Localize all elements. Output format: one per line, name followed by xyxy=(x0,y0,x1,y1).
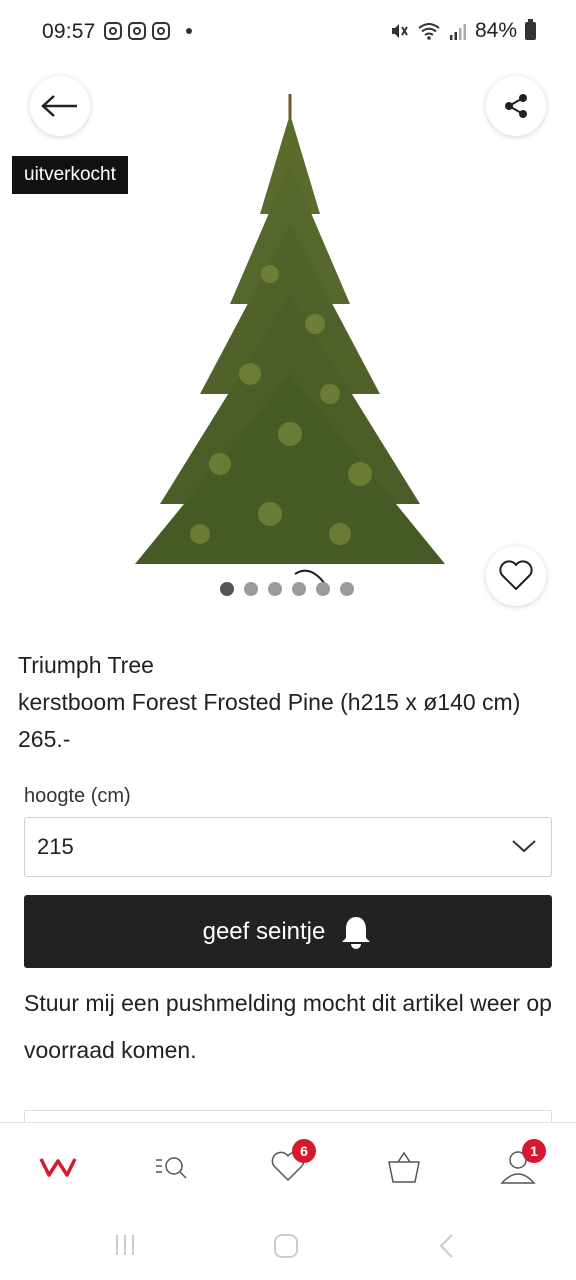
favorite-button[interactable] xyxy=(486,546,546,606)
heart-icon xyxy=(499,560,533,590)
carousel-dots xyxy=(220,582,354,596)
size-select-value: 215 xyxy=(37,834,74,859)
carousel-dot[interactable] xyxy=(292,582,306,596)
mute-icon xyxy=(391,24,408,38)
carousel-dot[interactable] xyxy=(340,582,354,596)
notify-button-label: geef seintje xyxy=(202,917,326,945)
nav-account[interactable]: 1 xyxy=(496,1139,546,1189)
wishlist-count-badge: 6 xyxy=(292,1139,316,1163)
status-bar: 09:57 84% xyxy=(0,0,576,64)
carousel-dot[interactable] xyxy=(220,582,234,596)
status-right-icons: 84% xyxy=(389,19,536,43)
wifi-icon xyxy=(418,23,440,40)
instagram-icon xyxy=(152,22,170,40)
nav-wishlist[interactable]: 6 xyxy=(266,1139,316,1189)
battery-level: 84% xyxy=(474,19,517,42)
product-price: 265.- xyxy=(18,726,71,752)
recent-apps-icon[interactable] xyxy=(112,1232,138,1258)
battery-icon xyxy=(525,19,536,40)
signal-icon xyxy=(449,24,466,40)
nav-basket[interactable] xyxy=(382,1145,426,1189)
chevron-down-icon xyxy=(512,840,536,853)
home-system-icon[interactable] xyxy=(272,1232,300,1260)
notification-dot-icon xyxy=(186,28,192,34)
bell-icon xyxy=(342,916,371,949)
account-count-badge: 1 xyxy=(522,1139,546,1163)
product-image-carousel[interactable]: uitverkocht xyxy=(0,64,576,624)
system-nav-bar xyxy=(0,1212,576,1280)
nav-search[interactable] xyxy=(150,1145,194,1189)
carousel-dot[interactable] xyxy=(268,582,282,596)
share-button[interactable] xyxy=(486,76,546,136)
status-left-icons xyxy=(104,22,192,40)
home-logo-icon xyxy=(39,1158,77,1177)
size-label: hoogte (cm) xyxy=(24,785,131,807)
notify-button[interactable]: geef seintje xyxy=(24,895,552,968)
back-button[interactable] xyxy=(30,76,90,136)
product-image xyxy=(135,94,445,585)
arrow-left-icon xyxy=(41,95,77,117)
share-icon xyxy=(505,94,527,118)
size-select[interactable]: 215 xyxy=(24,817,552,877)
bottom-nav: 6 1 xyxy=(0,1122,576,1212)
status-time: 09:57 xyxy=(42,20,96,43)
product-title: kerstboom Forest Frosted Pine (h215 x ø1… xyxy=(18,689,521,715)
search-icon xyxy=(156,1157,187,1179)
back-system-icon[interactable] xyxy=(436,1232,456,1260)
carousel-dot[interactable] xyxy=(316,582,330,596)
carousel-dot[interactable] xyxy=(244,582,258,596)
instagram-icon xyxy=(128,22,146,40)
sold-out-badge: uitverkocht xyxy=(12,156,128,194)
nav-home[interactable] xyxy=(36,1145,80,1189)
basket-icon xyxy=(388,1151,420,1183)
notify-description: Stuur mij een pushmelding mocht dit arti… xyxy=(24,990,552,1063)
instagram-icon xyxy=(104,22,122,40)
product-brand[interactable]: Triumph Tree xyxy=(18,652,154,679)
